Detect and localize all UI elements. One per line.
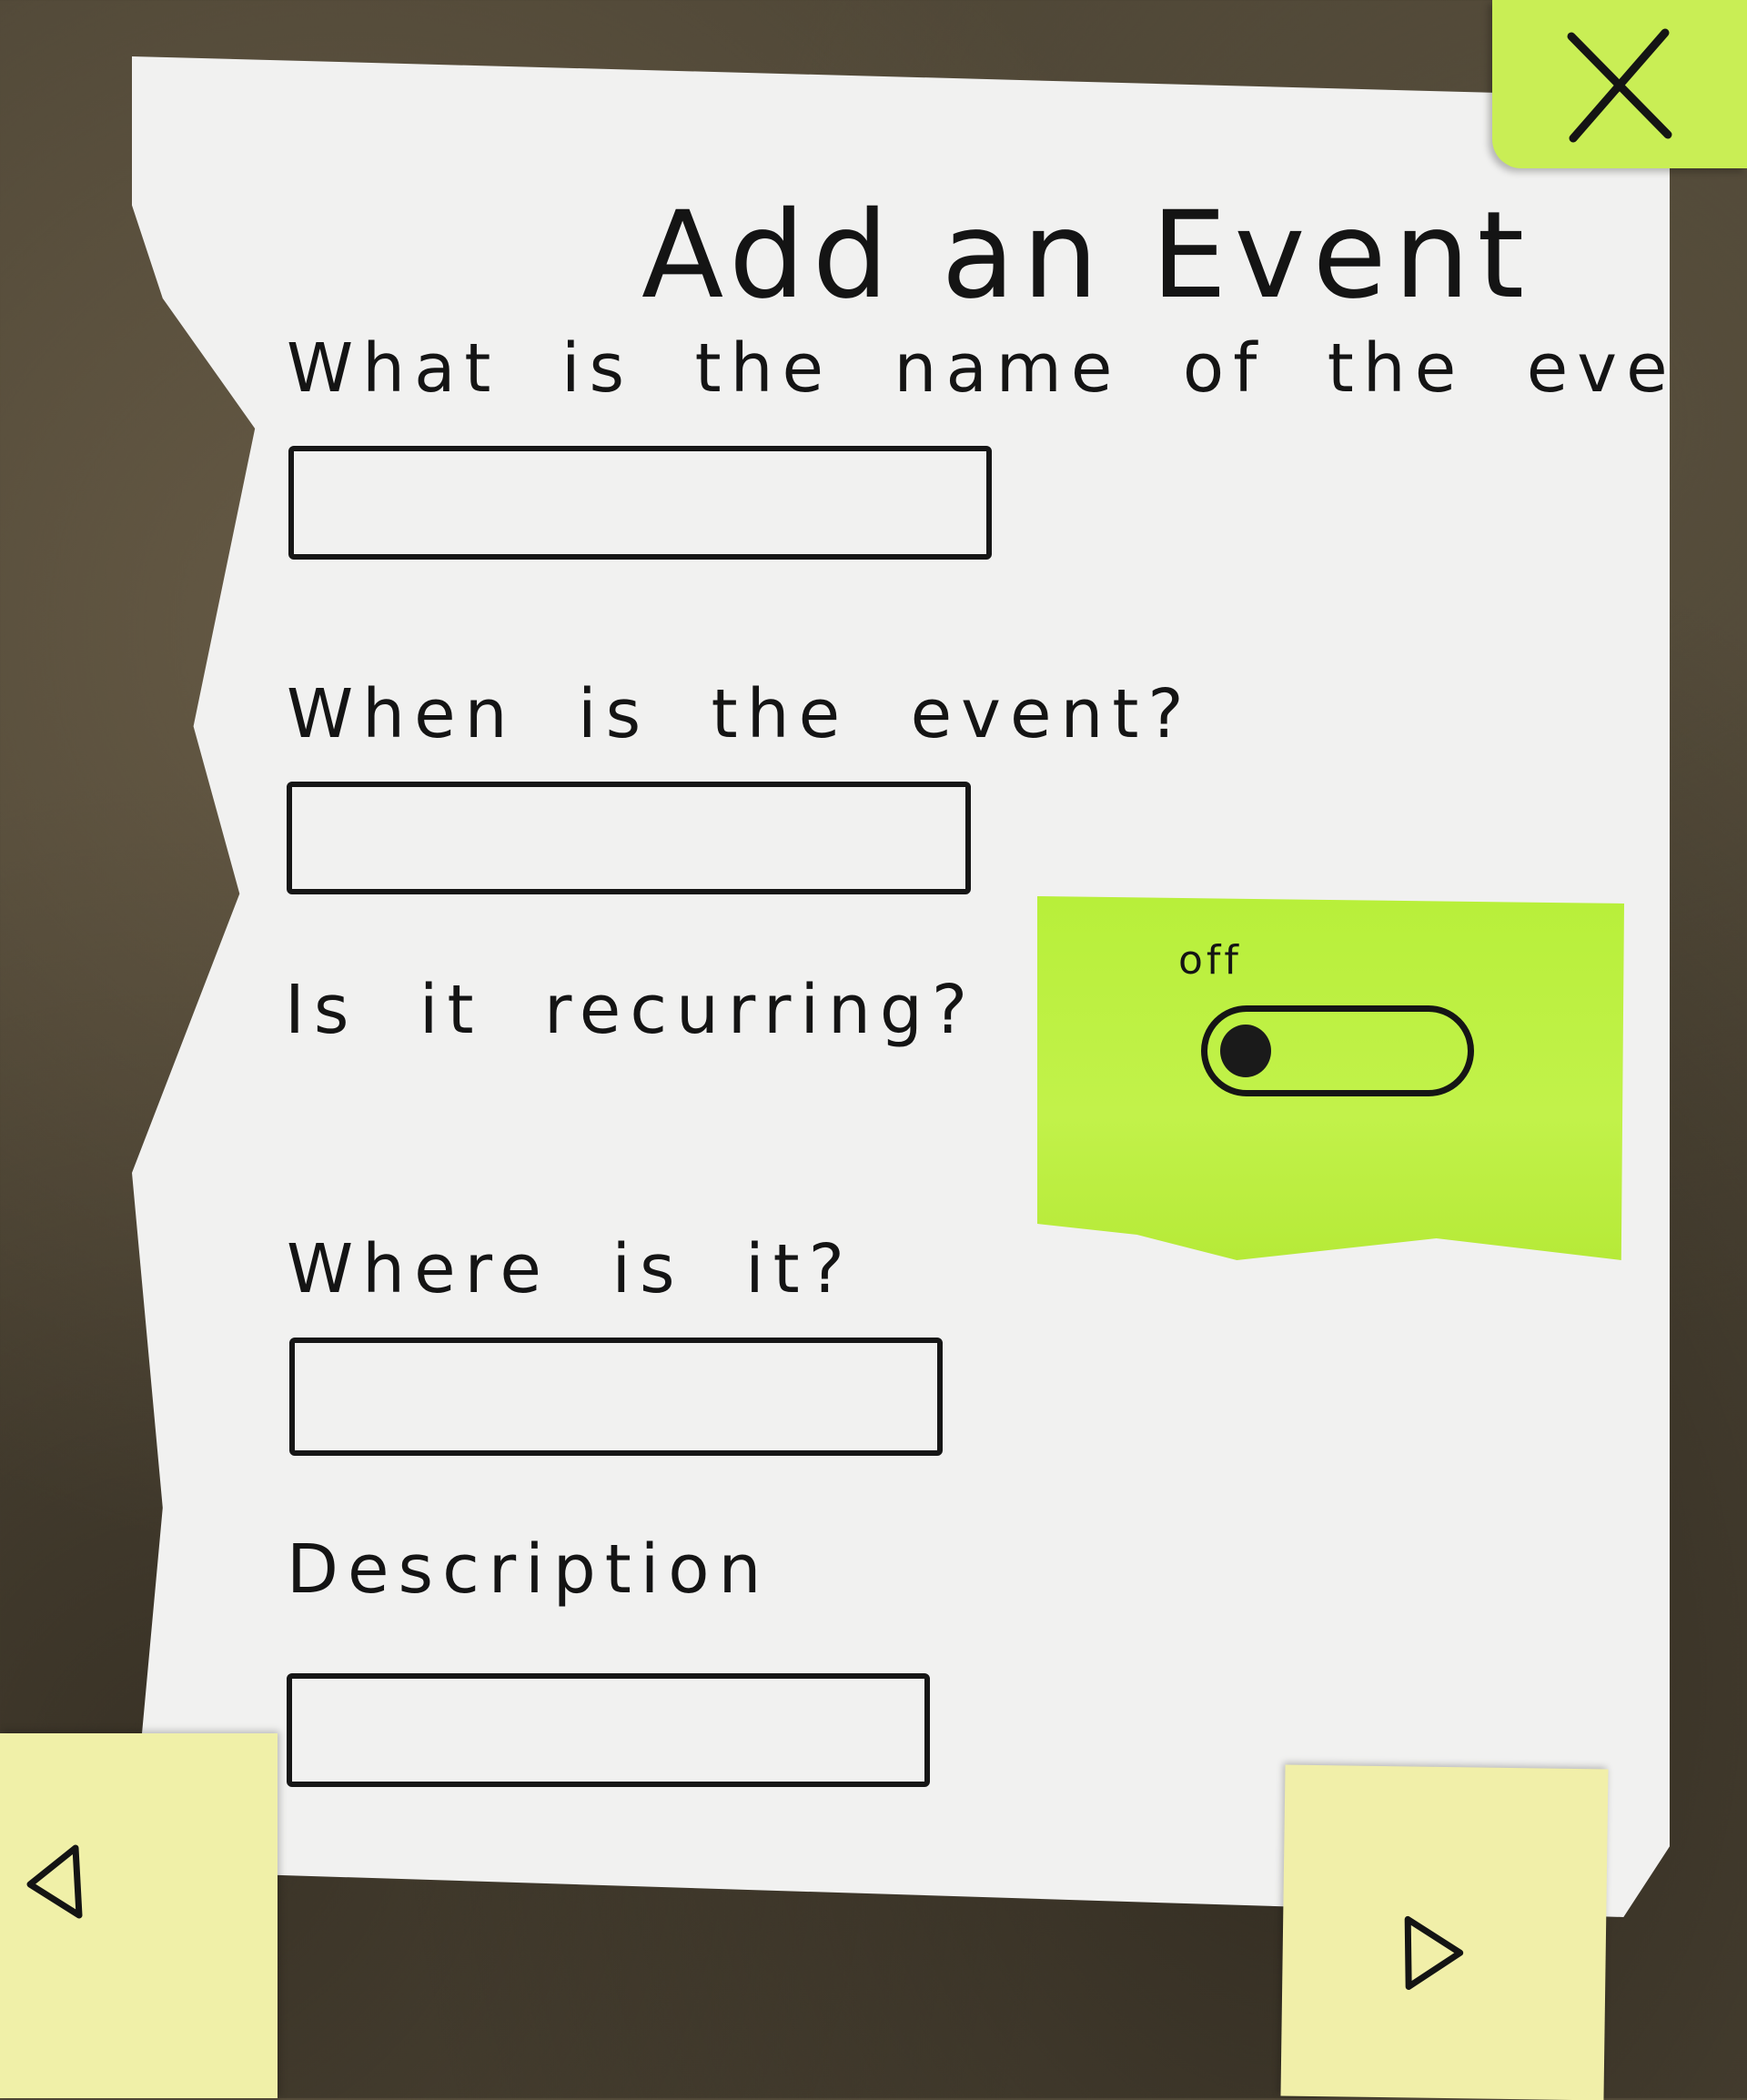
left-triangle-arrow-icon xyxy=(26,1844,83,1919)
event-location-label: Where is it? xyxy=(287,1230,853,1308)
close-button[interactable] xyxy=(1492,0,1747,168)
recurring-toggle[interactable] xyxy=(1201,1005,1474,1096)
description-label: Description xyxy=(287,1530,771,1609)
recurring-toggle-note: off xyxy=(1037,896,1624,1260)
recurring-label: Is it recurring? xyxy=(285,971,977,1049)
description-input[interactable] xyxy=(287,1673,930,1787)
event-name-label: What is the name of the event? xyxy=(287,329,1747,408)
right-triangle-arrow-icon xyxy=(1404,1915,1464,1990)
page-title: Add an Event xyxy=(641,186,1532,326)
event-date-label: When is the event? xyxy=(287,675,1193,753)
close-icon xyxy=(1567,28,1672,142)
next-button[interactable] xyxy=(1280,1764,1609,2100)
event-location-input[interactable] xyxy=(289,1338,943,1456)
event-date-input[interactable] xyxy=(287,782,971,894)
toggle-knob xyxy=(1220,1025,1271,1077)
previous-button[interactable] xyxy=(0,1733,278,2098)
toggle-state-label: off xyxy=(1178,937,1242,984)
event-name-input[interactable] xyxy=(288,446,992,560)
